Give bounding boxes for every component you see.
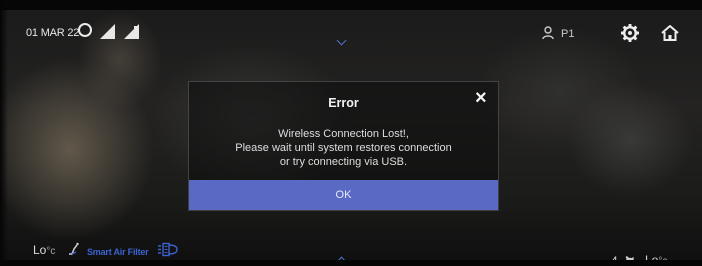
person-icon[interactable]	[542, 26, 554, 40]
date-label: 01 MAR 22	[26, 27, 80, 39]
smart-air-filter-label[interactable]: Smart Air Filter	[87, 247, 149, 257]
signal-icon	[124, 24, 139, 39]
seat-icon[interactable]	[66, 242, 80, 256]
filter-icon[interactable]	[157, 242, 179, 257]
screen-bezel-top	[0, 0, 702, 10]
gear-icon[interactable]	[620, 23, 640, 43]
left-temperature[interactable]: Lo°c	[33, 243, 55, 257]
close-icon[interactable]: ×	[475, 88, 487, 108]
infotainment-screen: 01 MAR 22 P1 Error × Wireless Connection…	[0, 0, 702, 266]
dialog-message: Wireless Connection Lost!, Please wait u…	[189, 127, 498, 169]
profile-label[interactable]: P1	[561, 28, 574, 40]
status-bar: 01 MAR 22 P1	[0, 10, 702, 50]
signal-icon	[100, 24, 115, 39]
left-temperature-value: Lo	[33, 243, 47, 257]
dialog-message-line: or try connecting via USB.	[279, 156, 408, 168]
screen-bezel-bottom	[0, 260, 702, 266]
ok-button[interactable]: OK	[189, 180, 498, 210]
ring-icon	[78, 23, 92, 37]
dialog-message-line: Wireless Connection Lost!,	[278, 128, 409, 140]
chevron-down-icon[interactable]	[336, 35, 347, 46]
dialog-message-line: Please wait until system restores connec…	[235, 142, 452, 154]
left-temperature-unit: °c	[46, 246, 56, 257]
dialog-title: Error	[328, 96, 359, 110]
climate-bar: Lo°c Smart Air Filter 4 Lo°c	[0, 236, 702, 266]
error-dialog: Error × Wireless Connection Lost!, Pleas…	[188, 81, 499, 211]
home-icon[interactable]	[660, 24, 680, 42]
